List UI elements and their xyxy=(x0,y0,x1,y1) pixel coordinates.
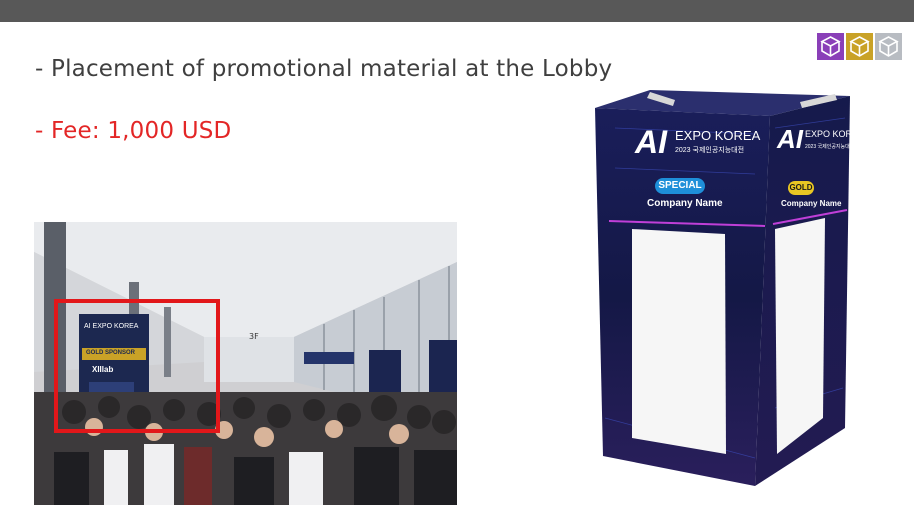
tower-mockup: AI EXPO KOREA 2023 국제인공지능대전 AI EXPO KORE… xyxy=(595,88,864,488)
company-name-left: Company Name xyxy=(647,198,723,209)
gold-cube-icon xyxy=(846,33,873,60)
special-badge: SPECIAL xyxy=(655,178,705,194)
company-name-right: Company Name xyxy=(781,199,842,208)
placement-description: - Placement of promotional material at t… xyxy=(35,56,613,82)
highlight-box xyxy=(54,299,220,433)
silver-cube-icon xyxy=(875,33,902,60)
slide: - Placement of promotional material at t… xyxy=(0,0,914,527)
tower-logo-mark-right: AI xyxy=(777,124,803,154)
tower-logo-mark-left: AI xyxy=(635,124,667,160)
top-bar xyxy=(0,0,914,22)
fee-text: - Fee: 1,000 USD xyxy=(35,118,232,144)
gold-badge: GOLD xyxy=(788,181,814,195)
floor-sign: 3F xyxy=(249,332,259,341)
tower-logo-sub-right: 2023 국제인공지능대전 xyxy=(805,144,855,150)
category-icons xyxy=(817,33,902,60)
purple-cube-icon xyxy=(817,33,844,60)
tower-logo-text-left: EXPO KOREA xyxy=(675,128,761,143)
tower-logo-sub-left: 2023 국제인공지능대전 xyxy=(675,147,745,154)
tower-logo-text-right: EXPO KOREA xyxy=(805,129,865,139)
